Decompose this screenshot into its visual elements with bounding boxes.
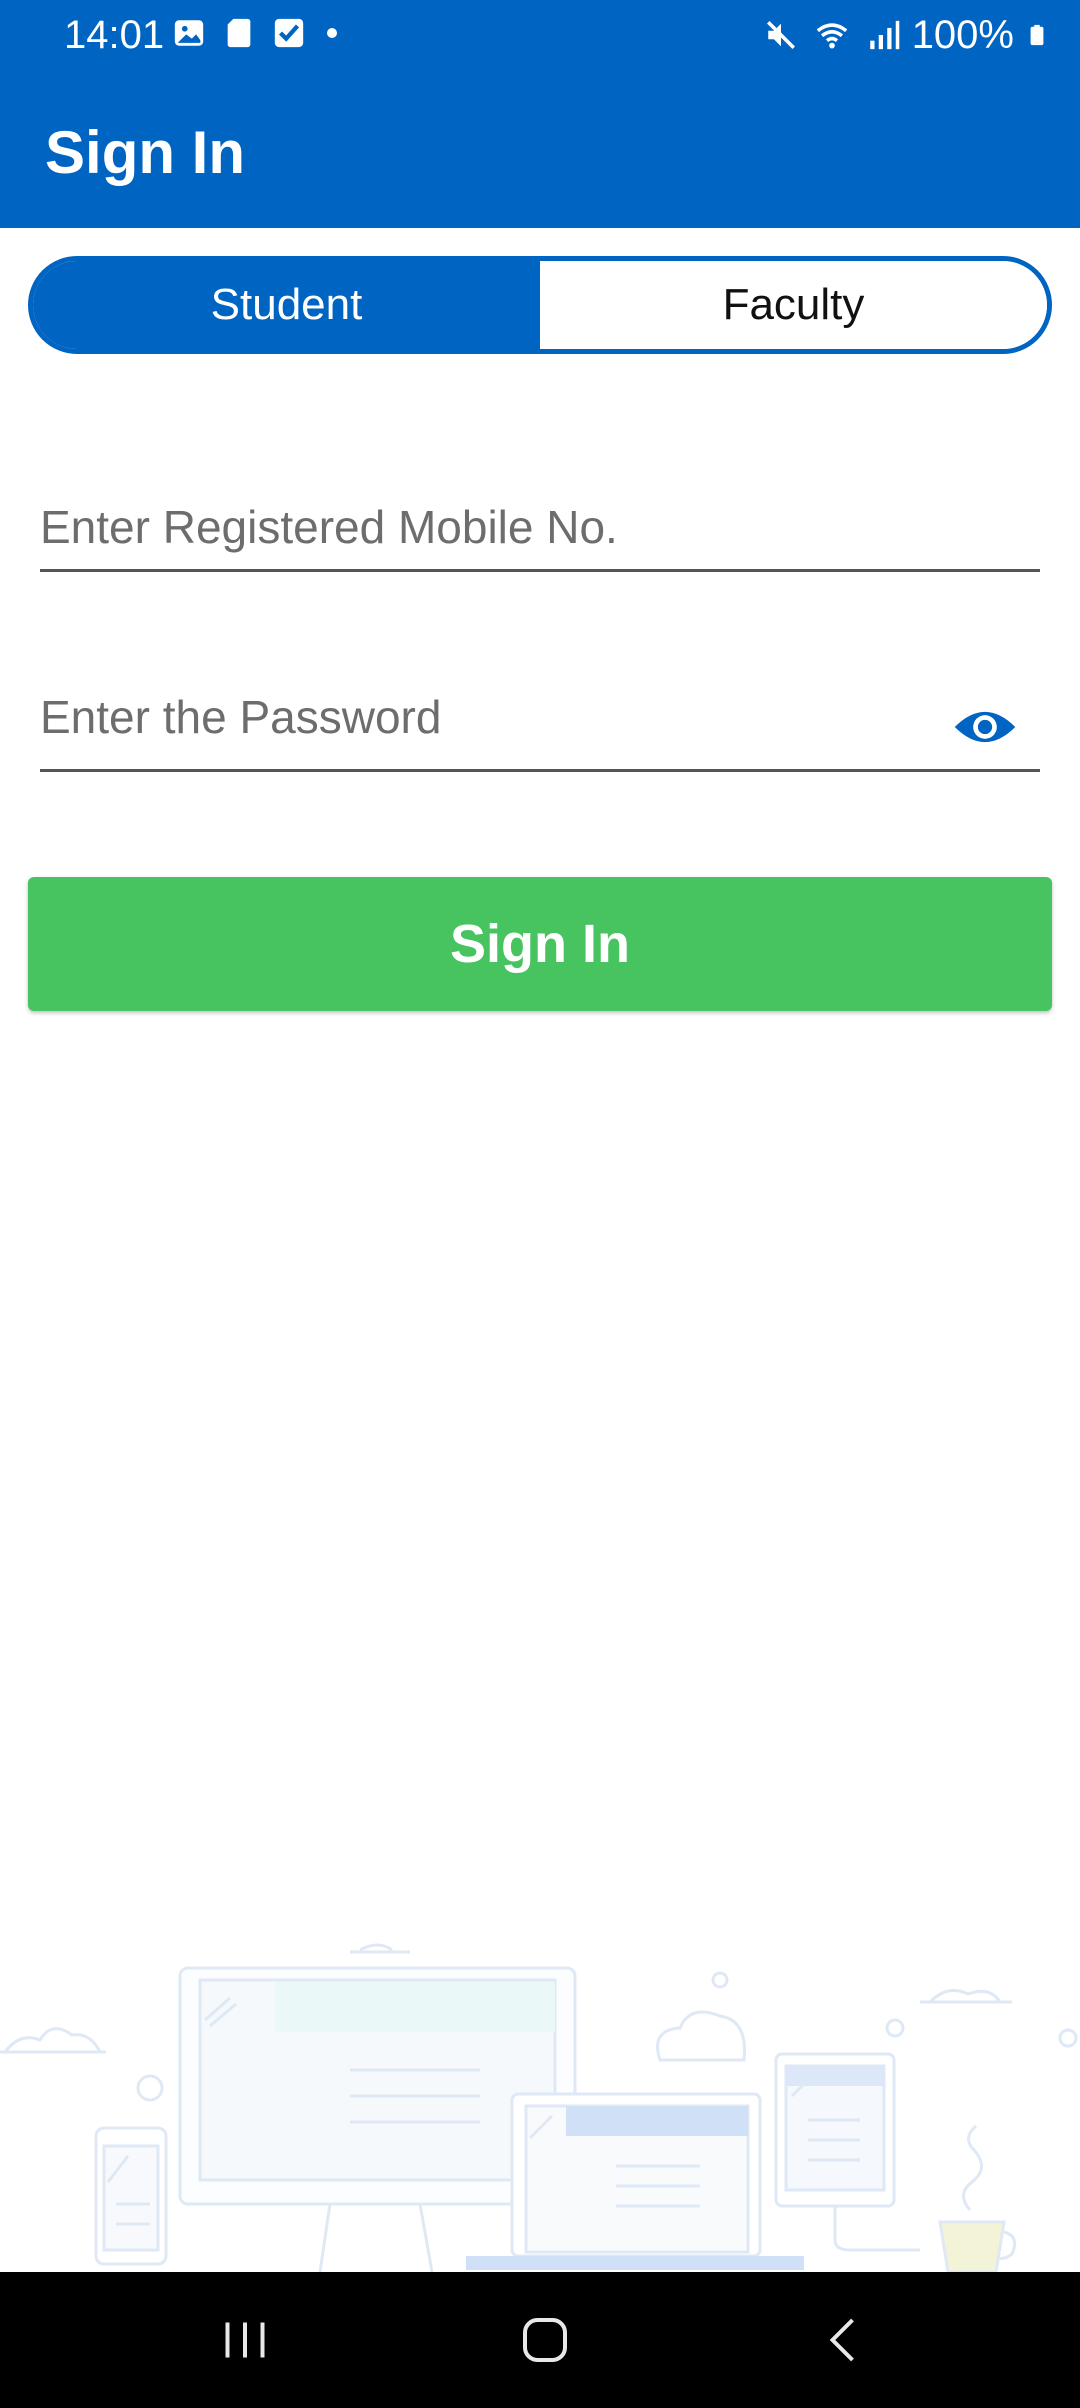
back-button[interactable]	[800, 2300, 890, 2380]
status-left-icons	[172, 16, 342, 50]
sd-card-icon	[227, 18, 251, 48]
back-icon	[829, 2318, 854, 2362]
status-bar: 14:01 100%	[0, 0, 1080, 72]
battery-percent: 100%	[911, 13, 1014, 57]
home-button[interactable]	[500, 2300, 590, 2380]
tab-faculty[interactable]: Faculty	[540, 261, 1047, 349]
tab-student[interactable]: Student	[33, 261, 540, 349]
role-toggle: Student Faculty	[28, 256, 1052, 354]
mobile-input[interactable]	[40, 500, 940, 554]
page-title: Sign In	[45, 119, 245, 186]
home-icon	[523, 2318, 567, 2362]
checkbox-icon	[274, 18, 304, 48]
recent-apps-button[interactable]	[200, 2300, 290, 2380]
mute-icon	[766, 20, 795, 50]
image-icon	[174, 20, 204, 46]
status-right: 100%	[764, 10, 1048, 60]
system-nav-bar	[0, 2272, 1080, 2408]
status-time: 14:01	[64, 13, 165, 57]
signal-icon	[869, 20, 899, 50]
wifi-icon	[816, 23, 847, 49]
dot-icon	[327, 28, 337, 38]
eye-icon[interactable]	[952, 694, 1018, 760]
battery-icon	[1030, 24, 1044, 46]
recent-apps-icon	[225, 2322, 265, 2358]
sign-in-button[interactable]: Sign In	[28, 877, 1052, 1011]
password-input[interactable]	[40, 690, 940, 744]
mobile-field	[40, 500, 1040, 572]
app-header: 14:01 100% Sign In	[0, 0, 1080, 228]
password-field	[40, 690, 1040, 772]
devices-illustration	[0, 1943, 1078, 2272]
